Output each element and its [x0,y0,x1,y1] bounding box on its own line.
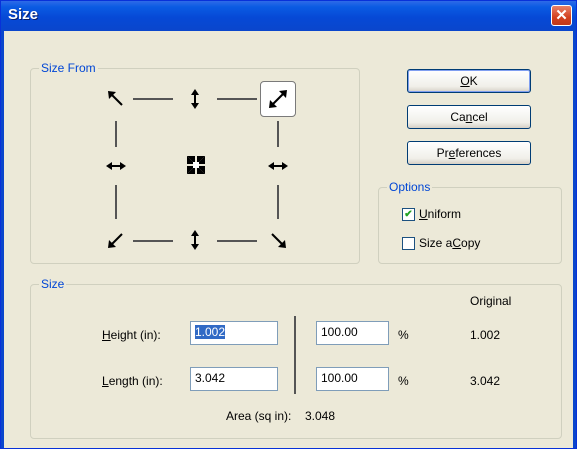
anchor-bottom-left[interactable] [105,229,127,251]
frame-line-right-top [277,121,279,147]
size-divider [294,316,296,394]
close-icon: ✕ [555,7,568,24]
preferences-label-pre: Pr [436,146,449,160]
preferences-label-rest: ferences [455,146,502,160]
arrow-se-icon [271,233,286,248]
length-percent-value: 100.00 [321,371,358,385]
height-original-value: 1.002 [470,328,501,342]
arrow-up-down-icon [191,89,199,109]
height-percent-unit: % [398,328,409,342]
height-label: Height (in): [102,328,161,342]
frame-line-right-bottom [277,185,279,219]
height-percent-input[interactable]: 100.00 [316,321,389,345]
frame-line-left-top [115,121,117,147]
uniform-label: niform [427,207,462,221]
length-input[interactable]: 3.042 [190,367,278,391]
uniform-accel: U [419,207,428,221]
length-accel: L [102,374,109,388]
options-group: Options ✔ Uniform Size a Copy [378,180,562,264]
length-label: Length (in): [102,374,163,388]
original-header: Original [470,294,512,308]
length-percent-input[interactable]: 100.00 [316,367,389,391]
size-a-copy-label-rest: opy [461,236,481,250]
anchor-bottom-right[interactable] [267,229,289,251]
height-accel: H [102,328,111,342]
height-value: 1.002 [195,325,226,339]
size-a-copy-label-pre: Size a [419,236,453,250]
cancel-label-pre: Ca [450,110,466,124]
size-dialog: Size ✕ Size From OK Cancel Preferences O… [0,0,577,449]
arrow-ne-sw-icon [269,90,287,108]
options-label: Options [387,180,433,194]
anchor-middle-right[interactable] [267,155,289,177]
height-percent-value: 100.00 [321,325,358,339]
uniform-checkbox[interactable]: ✔ Uniform [402,207,461,221]
anchor-center[interactable] [184,153,208,177]
length-percent-unit: % [398,374,409,388]
arrow-sw-icon [108,233,123,248]
arrow-left-right-icon [106,162,126,170]
checkbox-checked-icon: ✔ [402,207,415,221]
height-input[interactable]: 1.002 [190,321,278,345]
arrows-inward-icon [187,156,205,174]
size-from-group: Size From [30,61,360,264]
frame-line-top-right [217,98,257,100]
arrow-nw-icon [108,91,123,106]
ok-accel: O [460,74,470,88]
length-value: 3.042 [195,371,226,385]
window-border-right [573,31,576,448]
preferences-button[interactable]: Preferences [407,141,531,165]
arrow-left-right-icon [268,162,288,170]
size-a-copy-checkbox[interactable]: Size a Copy [402,236,480,250]
length-label-rest: ength (in): [108,374,163,388]
frame-line-bottom-left [133,240,173,242]
ok-button[interactable]: OK [407,69,531,93]
size-group: Size Original Height (in): 1.002 100.00 … [30,277,562,439]
frame-line-bottom-right [217,240,257,242]
size-label: Size [39,277,67,291]
area-label: Area (sq in): [226,409,292,423]
close-button[interactable]: ✕ [551,5,572,26]
length-original-value: 3.042 [470,374,501,388]
size-from-label: Size From [39,61,98,75]
arrow-up-down-icon [191,230,199,250]
height-label-rest: eight (in): [110,328,161,342]
size-a-copy-accel: C [452,236,462,250]
anchor-top-left[interactable] [105,88,127,110]
frame-line-top-left [133,98,173,100]
dialog-title: Size [8,6,39,23]
window-border-left [1,31,4,448]
area-value: 3.048 [305,409,336,423]
anchor-top-right-selected[interactable] [260,81,296,117]
ok-label: K [469,74,478,88]
frame-line-left-bottom [115,185,117,219]
checkbox-unchecked-icon [402,236,415,250]
title-bar[interactable]: Size ✕ [1,1,576,31]
cancel-button[interactable]: Cancel [407,105,531,129]
cancel-label-rest: cel [472,110,488,124]
anchor-bottom-center[interactable] [184,229,206,251]
anchor-middle-left[interactable] [105,155,127,177]
anchor-top-center[interactable] [184,88,206,110]
